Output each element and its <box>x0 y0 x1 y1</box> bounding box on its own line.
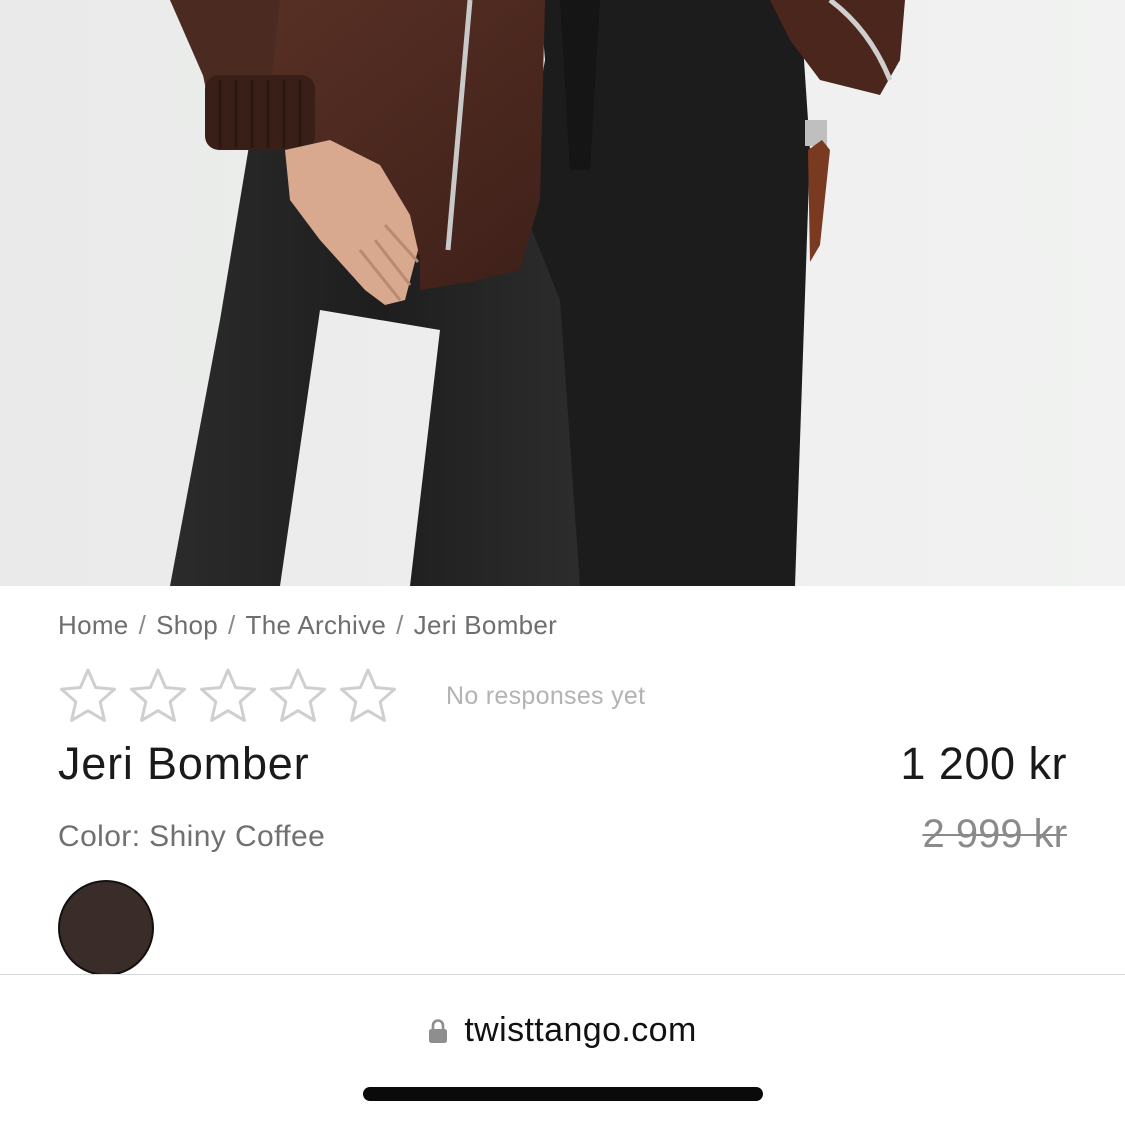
browser-address-bar: twisttango.com <box>0 974 1125 1124</box>
product-color-label: Color: Shiny Coffee <box>58 820 326 853</box>
breadcrumb-archive-link[interactable]: The Archive <box>246 610 387 640</box>
product-price: 1 200 kr <box>900 738 1067 789</box>
lock-icon <box>429 1018 448 1043</box>
breadcrumb: Home / Shop / The Archive / Jeri Bomber <box>58 610 557 641</box>
product-image[interactable] <box>0 0 1125 586</box>
color-swatch-shiny-coffee[interactable] <box>58 880 154 976</box>
breadcrumb-separator: / <box>396 610 404 640</box>
product-original-price: 2 999 kr <box>922 812 1067 856</box>
breadcrumb-shop-link[interactable]: Shop <box>156 610 218 640</box>
star-outline-icon[interactable] <box>338 667 398 725</box>
breadcrumb-current: Jeri Bomber <box>413 610 558 640</box>
breadcrumb-separator: / <box>138 610 147 640</box>
rating-stars[interactable] <box>58 667 398 725</box>
product-title: Jeri Bomber <box>58 738 310 789</box>
url-text: twisttango.com <box>464 1011 697 1049</box>
product-rating: No responses yet <box>58 666 645 726</box>
rating-responses-text: No responses yet <box>446 681 646 710</box>
star-outline-icon[interactable] <box>198 667 258 725</box>
star-outline-icon[interactable] <box>128 667 188 725</box>
star-outline-icon[interactable] <box>268 667 328 725</box>
url-field[interactable]: twisttango.com <box>0 1011 1125 1050</box>
home-indicator[interactable] <box>363 1087 763 1101</box>
star-outline-icon[interactable] <box>58 667 118 725</box>
product-photo-illustration <box>0 0 1125 586</box>
breadcrumb-separator: / <box>228 610 236 640</box>
breadcrumb-home-link[interactable]: Home <box>58 610 129 640</box>
product-page: Home / Shop / The Archive / Jeri Bomber No res… <box>0 0 1125 1124</box>
